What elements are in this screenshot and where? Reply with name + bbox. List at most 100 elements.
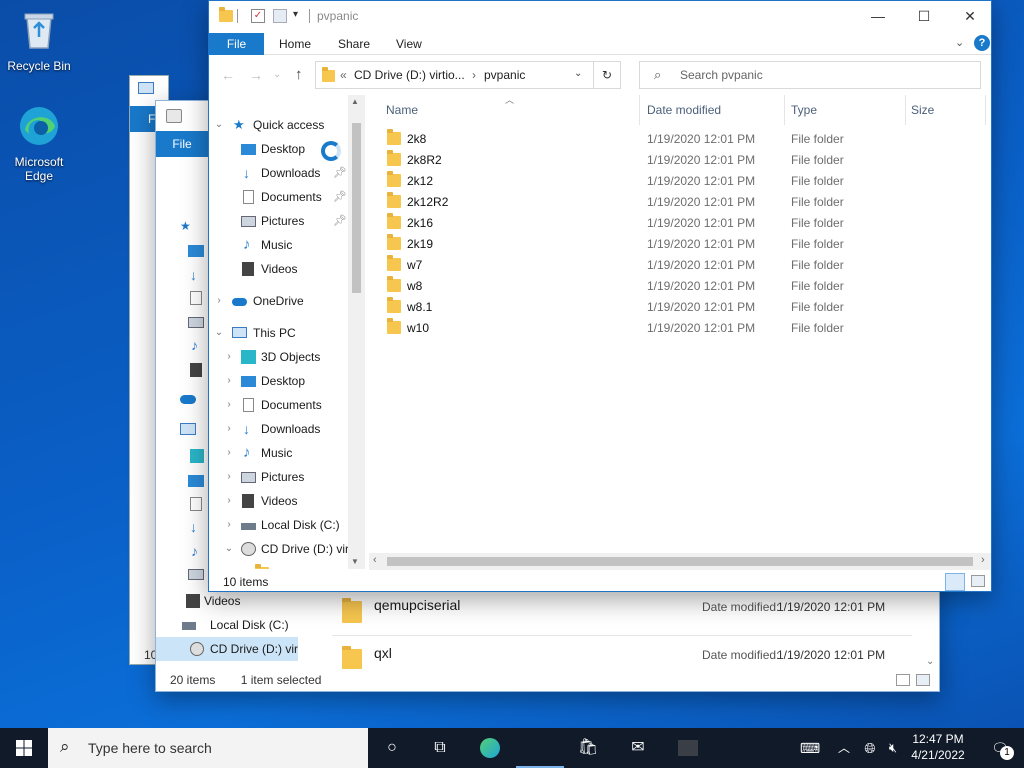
nav-pc-music[interactable]: › ♪ Music xyxy=(209,441,349,465)
address-dropdown-icon[interactable]: ⌄ xyxy=(574,68,582,79)
nav-pc-videos[interactable]: › Videos xyxy=(209,489,349,513)
table-row[interactable]: 2k19 1/19/2020 12:01 PM File folder xyxy=(369,234,989,255)
search-box[interactable]: ⌕ Search pvpanic xyxy=(639,61,981,89)
nav-quick-downloads[interactable]: ↓ Downloads 📌︎ xyxy=(209,161,349,185)
chevron-right-icon[interactable]: › xyxy=(223,417,235,441)
chevron-right-icon[interactable]: › xyxy=(223,369,235,393)
edge-taskbar-button[interactable] xyxy=(466,728,514,768)
new-folder-icon[interactable] xyxy=(273,9,287,23)
large-icons-view-icon[interactable] xyxy=(971,575,985,587)
cortana-button[interactable]: ○ xyxy=(368,728,416,768)
column-header-type[interactable]: Type xyxy=(791,95,817,125)
table-row[interactable]: 2k8R2 1/19/2020 12:01 PM File folder xyxy=(369,150,989,171)
table-row[interactable]: 2k12R2 1/19/2020 12:01 PM File folder xyxy=(369,192,989,213)
table-row[interactable]: w10 1/19/2020 12:01 PM File folder xyxy=(369,318,989,339)
nav-local-disk[interactable]: › Local Disk (C:) xyxy=(209,513,349,537)
chevron-right-icon[interactable]: › xyxy=(213,289,225,313)
nav-this-pc[interactable]: ⌄ This PC xyxy=(209,321,349,345)
recent-locations-icon[interactable]: ⌄ xyxy=(273,69,281,80)
scroll-right-icon[interactable]: › xyxy=(981,554,985,566)
tab-view[interactable]: View xyxy=(396,33,422,55)
nav-pc-documents[interactable]: › Documents xyxy=(209,393,349,417)
close-button[interactable]: ✕ xyxy=(947,1,991,31)
customize-qat-icon[interactable]: ▾ xyxy=(293,9,298,20)
nav-3d-objects[interactable]: › 3D Objects xyxy=(209,345,349,369)
table-row[interactable]: w8 1/19/2020 12:01 PM File folder xyxy=(369,276,989,297)
breadcrumb-cd-drive[interactable]: CD Drive (D:) virtio... xyxy=(354,68,465,82)
up-arrow-icon[interactable]: ↑ xyxy=(295,66,303,83)
column-header-size[interactable]: Size xyxy=(911,95,934,125)
back-nav-local-disk[interactable]: Local Disk (C:) xyxy=(156,613,311,637)
pin-icon[interactable]: 📌︎ xyxy=(333,185,347,209)
start-button[interactable] xyxy=(0,728,48,768)
address-bar[interactable]: « CD Drive (D:) virtio... › pvpanic ⌄ xyxy=(315,61,621,89)
nav-pc-downloads[interactable]: › ↓ Downloads xyxy=(209,417,349,441)
back-large-icons-view-icon[interactable] xyxy=(916,674,930,686)
overflow-chevron-icon[interactable]: « xyxy=(340,68,347,82)
back-details-view-icon[interactable] xyxy=(896,674,910,686)
column-header-date[interactable]: Date modified xyxy=(647,95,721,125)
volume-button[interactable]: 🔇︎ xyxy=(882,728,904,768)
refresh-button[interactable]: ↻ xyxy=(593,61,621,89)
nav-onedrive[interactable]: › OneDrive xyxy=(209,289,349,313)
nav-scroll-thumb[interactable] xyxy=(352,123,361,293)
scroll-down-icon[interactable]: ▼ xyxy=(351,557,359,566)
back-nav-cd-drive[interactable]: CD Drive (D:) virt xyxy=(156,637,298,661)
nav-pc-desktop[interactable]: › Desktop xyxy=(209,369,349,393)
task-view-button[interactable]: ⧉ xyxy=(416,728,464,768)
chevron-down-icon[interactable]: ⌄ xyxy=(213,113,225,137)
clock[interactable]: 12:47 PM 4/21/2022 xyxy=(904,731,972,763)
column-header-name[interactable]: Name xyxy=(386,95,418,125)
back-scroll-down-icon[interactable]: ⌄ xyxy=(926,656,934,667)
pin-icon[interactable]: 📌︎ xyxy=(333,209,347,233)
tab-home[interactable]: Home xyxy=(279,33,311,55)
tab-share[interactable]: Share xyxy=(338,33,370,55)
network-button[interactable]: 🌐︎ xyxy=(858,728,882,768)
back-file-tab[interactable]: File xyxy=(156,131,208,157)
show-hidden-icons-button[interactable]: ︿ xyxy=(834,728,854,768)
scroll-up-icon[interactable]: ▲ xyxy=(351,97,359,106)
scroll-left-icon[interactable]: ‹ xyxy=(373,554,377,566)
back-arrow-icon[interactable]: ← xyxy=(221,67,235,83)
table-row[interactable]: w8.1 1/19/2020 12:01 PM File folder xyxy=(369,297,989,318)
taskbar-search-box[interactable]: ⌕ Type here to search xyxy=(48,728,368,768)
properties-icon[interactable]: ✓ xyxy=(251,9,265,23)
details-view-icon[interactable] xyxy=(945,573,965,591)
chevron-down-icon[interactable]: ⌄ xyxy=(223,537,235,561)
chevron-right-icon[interactable]: › xyxy=(223,345,235,369)
action-center-button[interactable]: 🗨︎ 1 xyxy=(980,728,1020,768)
chevron-right-icon[interactable]: › xyxy=(223,513,235,537)
chevron-right-icon[interactable]: › xyxy=(223,489,235,513)
store-taskbar-button[interactable]: 🛍︎ xyxy=(564,728,612,768)
nav-scrollbar[interactable]: ▲ ▼ xyxy=(348,95,365,569)
nav-quick-videos[interactable]: Videos xyxy=(209,257,349,281)
horizontal-scrollbar[interactable]: ‹ › xyxy=(369,553,991,570)
minimize-button[interactable]: — xyxy=(855,1,901,31)
title-bar[interactable]: ✓ ▾ pvpanic — ☐ ✕ xyxy=(209,1,991,33)
app-taskbar-button[interactable] xyxy=(664,728,712,768)
breadcrumb-pvpanic[interactable]: pvpanic xyxy=(484,68,525,82)
expand-ribbon-icon[interactable]: ⌄ xyxy=(955,36,964,49)
partial-file-tab[interactable]: Fi xyxy=(130,106,158,132)
list-item[interactable]: qemupciserial Date modified: 1/19/2020 1… xyxy=(332,591,912,635)
nav-quick-pictures[interactable]: Pictures 📌︎ xyxy=(209,209,349,233)
nav-cd-drive[interactable]: ⌄ CD Drive (D:) virt xyxy=(209,537,349,561)
table-row[interactable]: w7 1/19/2020 12:01 PM File folder xyxy=(369,255,989,276)
touch-keyboard-button[interactable]: ⌨ xyxy=(792,728,828,768)
chevron-right-icon[interactable]: › xyxy=(223,465,235,489)
forward-arrow-icon[interactable]: → xyxy=(249,67,263,83)
table-row[interactable]: 2k8 1/19/2020 12:01 PM File folder xyxy=(369,129,989,150)
pin-icon[interactable]: 📌︎ xyxy=(333,161,347,185)
mail-taskbar-button[interactable]: ✉ xyxy=(614,728,662,768)
maximize-button[interactable]: ☐ xyxy=(901,1,947,31)
nav-quick-access[interactable]: ⌄ ★ Quick access xyxy=(209,113,349,137)
chevron-right-icon[interactable]: › xyxy=(223,393,235,417)
file-explorer-taskbar-button[interactable] xyxy=(516,728,564,768)
tab-file[interactable]: File xyxy=(209,33,264,55)
recycle-bin-desktop-icon[interactable]: Recycle Bin xyxy=(4,8,74,73)
horizontal-scroll-thumb[interactable] xyxy=(387,557,973,566)
chevron-right-icon[interactable]: › xyxy=(223,441,235,465)
table-row[interactable]: 2k12 1/19/2020 12:01 PM File folder xyxy=(369,171,989,192)
nav-pc-pictures[interactable]: › Pictures xyxy=(209,465,349,489)
back-nav-videos[interactable]: Videos xyxy=(156,589,311,613)
